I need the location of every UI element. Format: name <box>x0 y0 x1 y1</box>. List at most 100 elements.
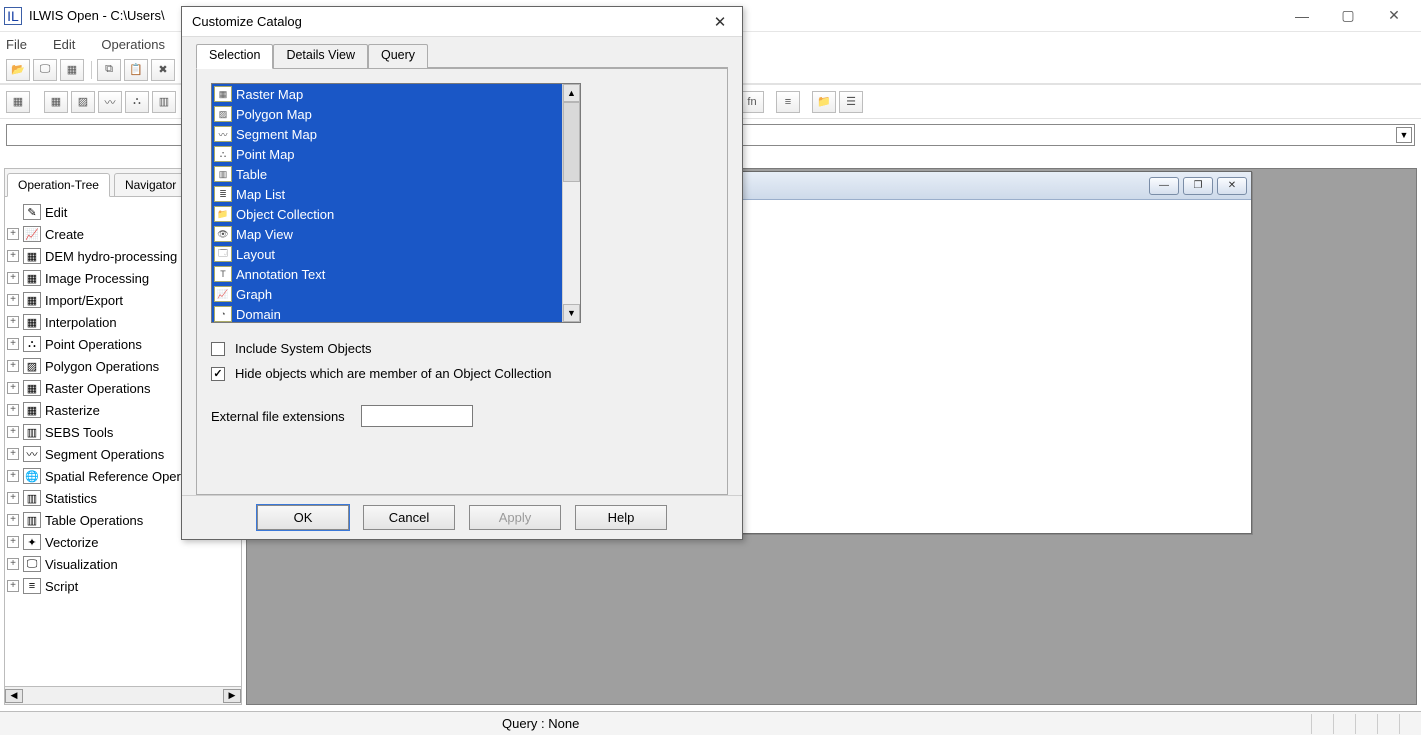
help-button[interactable]: Help <box>575 505 667 530</box>
window-maximize-button[interactable]: ▢ <box>1325 2 1371 30</box>
create-icon: 📈 <box>23 226 41 242</box>
expand-icon[interactable]: + <box>7 492 19 504</box>
expand-icon[interactable]: + <box>7 514 19 526</box>
expand-icon[interactable]: + <box>7 294 19 306</box>
copy-icon[interactable]: ⧉ <box>97 59 121 81</box>
details-icon[interactable]: ≡ <box>776 91 800 113</box>
folder-icon[interactable]: 📁 <box>812 91 836 113</box>
expand-icon[interactable]: + <box>7 250 19 262</box>
paste-icon[interactable]: 📋 <box>124 59 148 81</box>
combo-dropdown-icon[interactable]: ▼ <box>1396 127 1412 143</box>
tree-node[interactable]: +≡Script <box>7 575 239 597</box>
list-item[interactable]: ≣Map List <box>212 184 562 204</box>
external-extensions-input[interactable] <box>361 405 473 427</box>
tab-navigator[interactable]: Navigator <box>114 173 187 197</box>
segment-icon[interactable]: 〰 <box>98 91 122 113</box>
list-item[interactable]: 🗔Layout <box>212 244 562 264</box>
point-map-icon: ⛬ <box>214 146 232 162</box>
expand-icon[interactable]: + <box>7 360 19 372</box>
dialog-titlebar[interactable]: Customize Catalog ✕ <box>182 7 742 37</box>
scroll-up-icon[interactable]: ▲ <box>563 84 580 102</box>
expand-icon[interactable]: + <box>7 580 19 592</box>
open-icon[interactable]: 📂 <box>6 59 30 81</box>
polygon-icon[interactable]: ▨ <box>71 91 95 113</box>
statusbar: Query : None <box>0 711 1421 735</box>
status-cell <box>1399 714 1421 734</box>
dem-icon: ▦ <box>23 248 41 264</box>
scroll-left-icon[interactable]: ◀ <box>5 689 23 703</box>
list-item[interactable]: 👁Map View <box>212 224 562 244</box>
list-item[interactable]: TAnnotation Text <box>212 264 562 284</box>
expand-icon[interactable]: + <box>7 558 19 570</box>
maplist-icon: ≣ <box>214 186 232 202</box>
window-icon[interactable]: 🖵 <box>33 59 57 81</box>
expand-icon[interactable]: + <box>7 382 19 394</box>
external-extensions-label: External file extensions <box>211 409 361 424</box>
segment-ops-icon: 〰 <box>23 446 41 462</box>
list-item[interactable]: ▦Raster Map <box>212 84 562 104</box>
hide-objects-checkbox[interactable]: ✓ <box>211 367 225 381</box>
import-icon: ▦ <box>23 292 41 308</box>
raster-icon[interactable]: ▦ <box>44 91 68 113</box>
list-item[interactable]: ◔Domain <box>212 304 562 322</box>
domain-type-icon: ◔ <box>214 306 232 322</box>
mdi-maximize-button[interactable]: ❐ <box>1183 177 1213 195</box>
app-icon: IL <box>4 7 22 25</box>
include-system-objects-checkbox[interactable] <box>211 342 225 356</box>
scroll-right-icon[interactable]: ▶ <box>223 689 241 703</box>
scroll-down-icon[interactable]: ▼ <box>563 304 580 322</box>
expand-icon[interactable]: + <box>7 536 19 548</box>
expand-icon[interactable]: + <box>7 448 19 460</box>
menu-file[interactable]: File <box>6 37 27 52</box>
point-ops-icon: ⛬ <box>23 336 41 352</box>
expand-icon[interactable]: + <box>7 470 19 482</box>
image-proc-icon: ▦ <box>23 270 41 286</box>
list-item[interactable]: ▨Polygon Map <box>212 104 562 124</box>
list-item[interactable]: 〰Segment Map <box>212 124 562 144</box>
tab-selection[interactable]: Selection <box>196 44 273 69</box>
apply-button[interactable]: Apply <box>469 505 561 530</box>
list-item[interactable]: 📁Object Collection <box>212 204 562 224</box>
layers-icon[interactable]: ▦ <box>60 59 84 81</box>
mdi-close-button[interactable]: ✕ <box>1217 177 1247 195</box>
tree-node[interactable]: +🖵Visualization <box>7 553 239 575</box>
cancel-button[interactable]: Cancel <box>363 505 455 530</box>
left-panel-hscroll[interactable]: ◀ ▶ <box>5 686 241 704</box>
expand-icon[interactable]: + <box>7 272 19 284</box>
expand-icon[interactable]: + <box>7 404 19 416</box>
expand-icon[interactable]: + <box>7 228 19 240</box>
expand-icon[interactable]: + <box>7 426 19 438</box>
include-system-objects-label: Include System Objects <box>235 341 372 356</box>
fn-icon[interactable]: fn <box>740 91 764 113</box>
tab-operation-tree[interactable]: Operation-Tree <box>7 173 110 197</box>
scroll-thumb[interactable] <box>563 102 580 182</box>
dialog-button-row: OK Cancel Apply Help <box>182 495 742 539</box>
list-item[interactable]: ▥Table <box>212 164 562 184</box>
tool-icon[interactable]: ▦ <box>6 91 30 113</box>
list-icon[interactable]: ☰ <box>839 91 863 113</box>
point-icon[interactable]: ⛬ <box>125 91 149 113</box>
list-item[interactable]: ⛬Point Map <box>212 144 562 164</box>
listbox-scrollbar[interactable]: ▲ ▼ <box>562 84 580 322</box>
mdi-minimize-button[interactable]: — <box>1149 177 1179 195</box>
menu-operations[interactable]: Operations <box>101 37 165 52</box>
tab-query[interactable]: Query <box>368 44 428 69</box>
external-extensions-row: External file extensions <box>211 405 713 427</box>
status-cell <box>1377 714 1399 734</box>
object-type-listbox[interactable]: ▦Raster Map ▨Polygon Map 〰Segment Map ⛬P… <box>211 83 581 323</box>
expand-icon[interactable]: + <box>7 316 19 328</box>
tab-details-view[interactable]: Details View <box>273 44 368 69</box>
segment-map-icon: 〰 <box>214 126 232 142</box>
menu-edit[interactable]: Edit <box>53 37 75 52</box>
ok-button[interactable]: OK <box>257 505 349 530</box>
delete-icon[interactable]: ✖ <box>151 59 175 81</box>
list-item[interactable]: 📈Graph <box>212 284 562 304</box>
window-minimize-button[interactable]: — <box>1279 2 1325 30</box>
layout-type-icon: 🗔 <box>214 246 232 262</box>
table-icon[interactable]: ▥ <box>152 91 176 113</box>
dialog-close-button[interactable]: ✕ <box>708 10 732 34</box>
window-close-button[interactable]: ✕ <box>1371 2 1417 30</box>
expand-icon[interactable]: + <box>7 338 19 350</box>
annotation-text-icon: T <box>214 266 232 282</box>
main-title: ILWIS Open - C:\Users\ <box>29 8 165 23</box>
